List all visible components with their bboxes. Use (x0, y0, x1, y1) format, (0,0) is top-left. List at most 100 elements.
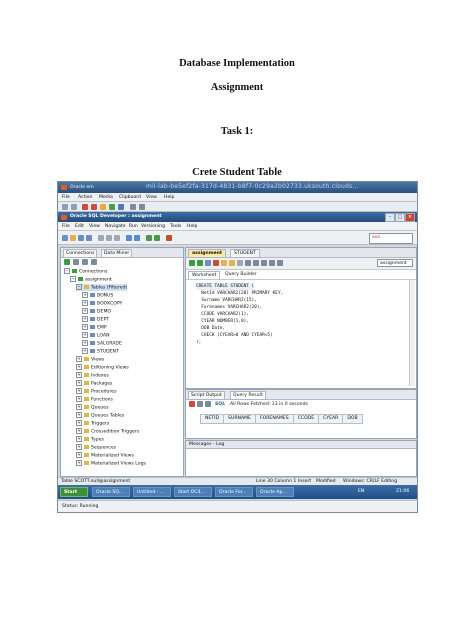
tree-item[interactable]: + Materialized Views (76, 452, 134, 459)
tree-item[interactable]: − Tables (Filtered) (76, 284, 128, 291)
tree-item[interactable]: − assignment (70, 276, 112, 283)
tab-assignment[interactable]: assignment (188, 249, 227, 258)
expand-toggle-icon[interactable]: + (82, 340, 88, 346)
commit-icon[interactable] (205, 260, 211, 266)
tree-item[interactable]: + DEPT (82, 316, 109, 323)
expand-toggle-icon[interactable]: + (82, 348, 88, 354)
expand-toggle-icon[interactable]: + (76, 428, 82, 434)
tree-item[interactable]: + Packages (76, 380, 112, 387)
tree-item[interactable]: + Editioning Views (76, 364, 129, 371)
code-line[interactable]: CHECK (CYEAR>0 AND CYEAR<5) (196, 332, 272, 339)
menu-edit[interactable]: Edit (75, 224, 84, 229)
tree-item[interactable]: + BOOKCOPY (82, 300, 122, 307)
expand-toggle-icon[interactable]: + (82, 324, 88, 330)
add-connection-icon[interactable] (64, 259, 70, 265)
remote-menu-clipboard[interactable]: Clipboard (119, 195, 141, 200)
tab-data-miner[interactable]: Data Miner (101, 249, 133, 258)
menu-view[interactable]: View (89, 224, 100, 229)
close-button[interactable]: × (405, 213, 415, 222)
code-line[interactable]: CYEAR NUMBER(1,0), (196, 318, 249, 325)
run-statement-icon[interactable] (189, 260, 195, 266)
tree-item[interactable]: + Functions (76, 396, 113, 403)
taskbar-item-untitled[interactable]: Untitled - ... (133, 487, 171, 497)
expand-toggle-icon[interactable]: + (76, 404, 82, 410)
navigate-back-icon[interactable] (146, 235, 152, 241)
code-line[interactable]: CCODE VARCHAR2(1), (196, 311, 249, 318)
maximize-button[interactable]: □ (395, 213, 405, 222)
tree-item[interactable]: + SALGRADE (82, 340, 122, 347)
sql-worksheet-icon[interactable] (166, 235, 172, 241)
taskbar-item-oracle-sql[interactable]: Oracle SQ... (92, 487, 130, 497)
schema-browser-icon[interactable] (91, 259, 97, 265)
expand-toggle-icon[interactable]: + (76, 372, 82, 378)
code-line[interactable]: Surname VARCHAR2(15), (196, 297, 257, 304)
clear-icon[interactable] (237, 260, 243, 266)
tree-item[interactable]: + Materialized Views Logs (76, 460, 146, 467)
remote-window-titlebar[interactable]: Oracle em mil-lab-be5ef2fa-317d-4831-b8f… (58, 182, 417, 193)
cut-icon[interactable] (98, 235, 104, 241)
paste-icon[interactable] (114, 235, 120, 241)
tree-item[interactable]: − Connections (64, 268, 107, 275)
taskbar-item-start-oc4[interactable]: Start OC4... (174, 487, 212, 497)
code-line[interactable]: CREATE TABLE STUDENT ( (196, 283, 255, 290)
reset-icon[interactable] (118, 204, 124, 210)
menu-tools[interactable]: Tools (170, 224, 181, 229)
play-icon[interactable] (109, 204, 115, 210)
history-icon[interactable] (245, 260, 251, 266)
expand-toggle-icon[interactable]: + (76, 412, 82, 418)
tab-connections[interactable]: Connections (63, 249, 98, 258)
tree-item[interactable]: + BONUS (82, 292, 113, 299)
tree-item[interactable]: + Types (76, 436, 104, 443)
expand-toggle-icon[interactable]: + (82, 300, 88, 306)
taskbar-item-oracle-ap[interactable]: Oracle Ap... (256, 487, 294, 497)
format-icon[interactable] (253, 260, 259, 266)
expand-toggle-icon[interactable]: + (76, 436, 82, 442)
run-script-icon[interactable] (197, 260, 203, 266)
start-button[interactable]: Start (60, 487, 88, 497)
pause-icon[interactable] (100, 204, 106, 210)
editor-scrollbar[interactable] (409, 280, 415, 386)
refresh-icon[interactable] (73, 259, 79, 265)
filter-icon[interactable] (82, 259, 88, 265)
new-icon[interactable] (62, 235, 68, 241)
menu-run[interactable]: Run (129, 224, 138, 229)
expand-toggle-icon[interactable]: + (76, 380, 82, 386)
expand-toggle-icon[interactable]: + (76, 388, 82, 394)
remote-menu-media[interactable]: Media (99, 195, 113, 200)
find-icon[interactable] (269, 260, 275, 266)
menu-navigate[interactable]: Navigate (105, 224, 126, 229)
connection-selector[interactable]: assignment (377, 259, 413, 267)
copy-icon[interactable] (106, 235, 112, 241)
code-line[interactable]: NetId VARCHAR2(20) PRIMARY KEY, (196, 290, 283, 297)
expand-toggle-icon[interactable]: + (82, 292, 88, 298)
tree-item[interactable]: + Triggers (76, 420, 109, 427)
code-line[interactable]: DOB Date, (196, 325, 225, 332)
search-input[interactable]: sea (369, 233, 413, 244)
explain-plan-icon[interactable] (221, 260, 227, 266)
collapse-toggle-icon[interactable]: − (64, 268, 70, 274)
tree-item[interactable]: + EMP (82, 324, 107, 331)
remote-menu-file[interactable]: File (62, 195, 70, 200)
export-icon[interactable] (205, 401, 211, 407)
remote-menu-action[interactable]: Action (78, 195, 92, 200)
menu-versioning[interactable]: Versioning (141, 224, 165, 229)
tree-item[interactable]: + Views (76, 356, 104, 363)
snapshot-icon[interactable] (130, 204, 136, 210)
tree-item[interactable]: + Sequences (76, 444, 116, 451)
power-icon[interactable] (91, 204, 97, 210)
refresh-results-icon[interactable] (197, 401, 203, 407)
remote-menu-view[interactable]: View (146, 195, 157, 200)
tab-query-builder[interactable]: Query Builder (222, 271, 260, 278)
column-header[interactable]: SURNAME (223, 414, 256, 424)
back-icon[interactable] (62, 204, 68, 210)
expand-toggle-icon[interactable]: + (76, 396, 82, 402)
autotrace-icon[interactable] (229, 260, 235, 266)
tab-worksheet[interactable]: Worksheet (188, 271, 221, 279)
minimize-button[interactable]: – (385, 213, 395, 222)
column-header[interactable]: CCODE (292, 414, 320, 424)
code-line[interactable]: ); (196, 339, 201, 346)
menu-file[interactable]: File (62, 224, 70, 229)
code-line[interactable]: Forenames VARCHAR2(20), (196, 304, 262, 311)
stop-icon[interactable] (82, 204, 88, 210)
tree-item[interactable]: + Queues (76, 404, 109, 411)
